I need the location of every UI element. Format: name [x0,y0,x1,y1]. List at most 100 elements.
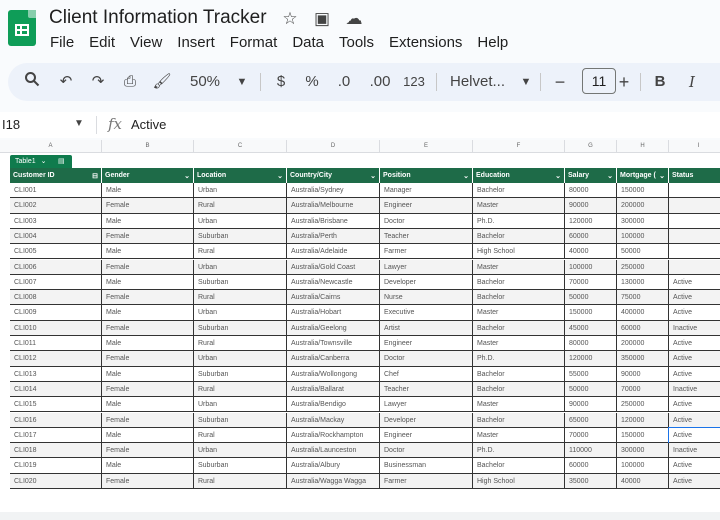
table-cell[interactable] [669,198,720,214]
table-cell[interactable]: Rural [194,427,287,444]
table-cell[interactable]: Male [102,305,194,321]
zoom-chevron-down-icon[interactable]: ▼ [236,71,248,93]
table-cell[interactable]: Bachelor [473,381,565,398]
column-header-b[interactable]: B [102,140,194,152]
more-formats-button[interactable]: 123 [402,71,426,93]
table-cell[interactable]: CLI015 [10,397,102,413]
menu-data[interactable]: Data [292,34,324,51]
menu-file[interactable]: File [50,34,74,51]
table-cell[interactable]: Male [102,244,194,260]
table-cell[interactable]: CLI016 [10,412,102,428]
table-cell[interactable]: Australia/Newcastle [287,274,380,291]
percent-format-button[interactable]: % [304,71,320,93]
table-cell[interactable]: Australia/Brisbane [287,213,380,229]
table-cell[interactable]: 35000 [565,473,617,489]
increase-decimal-button[interactable]: .00 [368,71,392,93]
table-cell[interactable]: Australia/Geelong [287,320,380,336]
table-cell[interactable]: Australia/Bendigo [287,397,380,413]
table-cell[interactable]: Female [102,351,194,367]
table-cell[interactable]: 110000 [565,443,617,459]
decrease-font-size-button[interactable]: − [552,71,568,93]
table-cell[interactable]: Doctor [380,351,473,367]
filter-chevron-down-icon[interactable]: ⌄ [184,169,190,184]
table-view-icon[interactable]: ▤ [58,155,65,168]
table-cell[interactable]: 55000 [565,366,617,382]
table-cell[interactable]: 60000 [565,458,617,474]
table-cell[interactable]: Australia/Canberra [287,351,380,367]
table-cell[interactable]: CLI011 [10,336,102,352]
table-cell[interactable]: CLI004 [10,228,102,245]
table-cell[interactable]: CLI008 [10,290,102,306]
table-cell[interactable]: Urban [194,213,287,229]
table-cell[interactable]: 400000 [617,305,669,321]
table-cell[interactable]: Australia/Albury [287,458,380,474]
column-header-g[interactable]: G [565,140,617,152]
cloud-saved-icon[interactable]: ☁ [344,9,364,29]
table-cell[interactable]: Female [102,259,194,275]
table-cell[interactable]: Teacher [380,228,473,245]
column-header-d[interactable]: D [287,140,380,152]
table-cell[interactable]: 100000 [617,458,669,474]
table-cell[interactable]: Active [669,305,720,321]
table-cell[interactable]: Engineer [380,198,473,214]
table-cell[interactable]: Ph.D. [473,443,565,459]
table-cell[interactable]: Australia/Cairns [287,290,380,306]
column-title[interactable]: Salary ⌄ [565,168,617,183]
column-title[interactable]: Position ⌄ [380,168,473,183]
zoom-select[interactable]: 50% [186,71,224,93]
table-cell[interactable]: 50000 [565,381,617,398]
table-cell[interactable]: Master [473,259,565,275]
table-cell[interactable]: Engineer [380,427,473,444]
table-cell[interactable]: 130000 [617,274,669,291]
table-cell[interactable]: 250000 [617,397,669,413]
table-cell[interactable]: Active [669,412,720,428]
bold-button[interactable]: B [652,71,668,93]
undo-icon[interactable]: ↶ [56,71,76,93]
table-cell[interactable]: Farmer [380,473,473,489]
table-cell[interactable]: 70000 [617,381,669,398]
column-title[interactable]: Education ⌄ [473,168,565,183]
table-cell[interactable]: Inactive [669,381,720,398]
table-cell[interactable]: CLI006 [10,259,102,275]
italic-button[interactable]: I [684,71,700,93]
table-cell[interactable]: Master [473,198,565,214]
table-cell[interactable]: 100000 [617,228,669,245]
table-cell[interactable]: Active [669,290,720,306]
table-cell[interactable]: 350000 [617,351,669,367]
table-cell[interactable]: Developer [380,412,473,428]
table-cell[interactable]: Suburban [194,458,287,474]
column-header-f[interactable]: F [473,140,565,152]
table-cell[interactable]: High School [473,244,565,260]
table-cell[interactable]: CLI014 [10,381,102,398]
print-icon[interactable]: ⎙ [120,71,140,93]
font-select[interactable]: Helvet... [450,71,516,93]
table-cell[interactable]: Rural [194,198,287,214]
move-to-folder-icon[interactable]: ▣ [312,9,332,29]
column-header-a[interactable]: A [0,140,102,152]
table-cell[interactable]: 65000 [565,412,617,428]
table-name-tag[interactable]: Table1 ⌄ ▤ [10,155,72,168]
table-cell[interactable]: Rural [194,381,287,398]
table-cell[interactable]: Developer [380,274,473,291]
name-box[interactable]: I18 [2,117,20,132]
table-cell[interactable]: Australia/Wagga Wagga [287,473,380,489]
table-cell[interactable]: Active [669,473,720,489]
table-cell[interactable]: Active [669,275,720,291]
table-cell[interactable]: Suburban [194,366,287,382]
table-cell[interactable]: Master [473,397,565,413]
table-cell[interactable]: Businessman [380,458,473,474]
table-cell[interactable]: Artist [380,320,473,336]
table-cell[interactable]: Male [102,183,194,199]
table-cell[interactable]: 200000 [617,198,669,214]
font-size-input[interactable]: 11 [582,68,616,94]
font-chevron-down-icon[interactable]: ▼ [520,71,532,93]
table-cell[interactable]: 45000 [565,320,617,336]
table-cell[interactable]: Male [102,213,194,229]
table-cell[interactable]: Ph.D. [473,351,565,367]
table-cell[interactable]: CLI001 [10,183,102,199]
filter-chevron-down-icon[interactable]: ⌄ [463,169,469,184]
table-cell[interactable] [669,228,720,245]
table-cell[interactable]: Bachelor [473,274,565,291]
table-cell[interactable]: CLI009 [10,305,102,321]
table-cell[interactable]: Rural [194,244,287,260]
